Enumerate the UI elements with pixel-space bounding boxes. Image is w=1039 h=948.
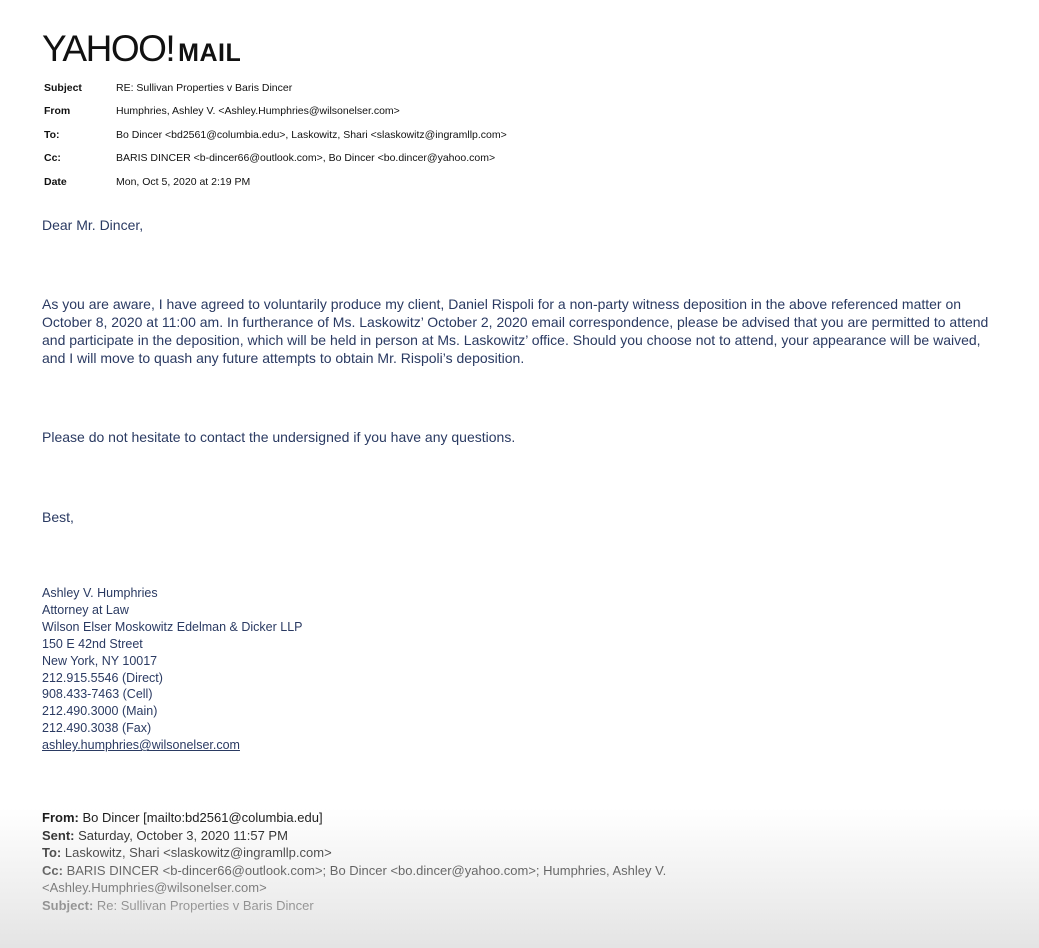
signature-email-link[interactable]: ashley.humphries@wilsonelser.com [42, 738, 240, 752]
header-date-value: Mon, Oct 5, 2020 at 2:19 PM [116, 175, 251, 188]
signature-main-phone: 212.490.3000 (Main) [42, 704, 158, 719]
header-cc-label: Cc: [44, 152, 61, 165]
header-subject-row: Subject RE: Sullivan Properties v Baris … [44, 76, 507, 100]
yahoo-mail-logo: YAHOO! MAIL [42, 30, 241, 67]
forwarded-cc-continuation: <Ashley.Humphries@wilsonelser.com> [42, 880, 267, 895]
header-subject-label: Subject [44, 81, 82, 94]
header-to-row: To: Bo Dincer <bd2561@columbia.edu>, Las… [44, 123, 507, 147]
header-subject-value: RE: Sullivan Properties v Baris Dincer [116, 81, 293, 94]
email-body-paragraph: As you are aware, I have agreed to volun… [42, 296, 989, 366]
forwarded-sent-label: Sent: [42, 827, 75, 843]
header-to-value: Bo Dincer <bd2561@columbia.edu>, Laskowi… [116, 128, 507, 141]
signature-city: New York, NY 10017 [42, 653, 158, 668]
signature-cell-phone: 908.433-7463 (Cell) [42, 687, 153, 702]
header-cc-value: BARIS DINCER <b-dincer66@outlook.com>, B… [116, 152, 496, 165]
email-headers: Subject RE: Sullivan Properties v Baris … [44, 76, 507, 194]
forwarded-to-value: Laskowitz, Shari <slaskowitz@ingramllp.c… [64, 845, 332, 860]
forwarded-subject-value: Re: Sullivan Properties v Baris Dincer [96, 897, 314, 913]
forwarded-from-label: From: [42, 810, 79, 825]
forwarded-cc-value: BARIS DINCER <b-dincer66@outlook.com>; B… [66, 862, 667, 878]
signature-direct-phone: 212.915.5546 (Direct) [42, 670, 163, 685]
forwarded-to-row: To: Laskowitz, Shari <slaskowitz@ingraml… [42, 844, 666, 862]
header-from-row: From Humphries, Ashley V. <Ashley.Humphr… [44, 100, 507, 124]
forwarded-headers: From: Bo Dincer [mailto:bd2561@columbia.… [42, 809, 666, 914]
forwarded-subject-label: Subject: [42, 897, 94, 913]
header-date-label: Date [44, 175, 67, 188]
logo-yahoo-text: YAHOO! [42, 28, 176, 69]
header-cc-row: Cc: BARIS DINCER <b-dincer66@outlook.com… [44, 147, 507, 171]
forwarded-to-label: To: [42, 845, 62, 860]
header-from-value: Humphries, Ashley V. <Ashley.Humphries@w… [116, 105, 400, 118]
forwarded-subject-row: Subject: Re: Sullivan Properties v Baris… [42, 897, 666, 915]
header-to-label: To: [44, 128, 60, 141]
signature-firm: Wilson Elser Moskowitz Edelman & Dicker … [42, 619, 303, 634]
header-from-label: From [44, 105, 71, 118]
signature-name: Ashley V. Humphries [42, 586, 158, 600]
signature-title: Attorney at Law [42, 602, 129, 617]
email-contact-line: Please do not hesitate to contact the un… [42, 429, 516, 445]
forwarded-from-value: Bo Dincer [mailto:bd2561@columbia.edu] [82, 810, 323, 825]
forwarded-cc-label: Cc: [42, 862, 63, 878]
forwarded-sent-value: Saturday, October 3, 2020 11:57 PM [78, 827, 288, 843]
forwarded-from-row: From: Bo Dincer [mailto:bd2561@columbia.… [42, 809, 666, 827]
logo-mail-text: MAIL [178, 39, 242, 67]
forwarded-cc-row: Cc: BARIS DINCER <b-dincer66@outlook.com… [42, 862, 666, 880]
header-date-row: Date Mon, Oct 5, 2020 at 2:19 PM [44, 170, 507, 194]
email-closing: Best, [42, 509, 74, 525]
signature-street: 150 E 42nd Street [42, 636, 143, 651]
email-greeting: Dear Mr. Dincer, [42, 217, 144, 233]
signature-fax: 212.490.3038 (Fax) [42, 721, 152, 736]
email-signature: Ashley V. Humphries Attorney at Law Wils… [42, 585, 303, 754]
forwarded-sent-row: Sent: Saturday, October 3, 2020 11:57 PM [42, 827, 666, 845]
